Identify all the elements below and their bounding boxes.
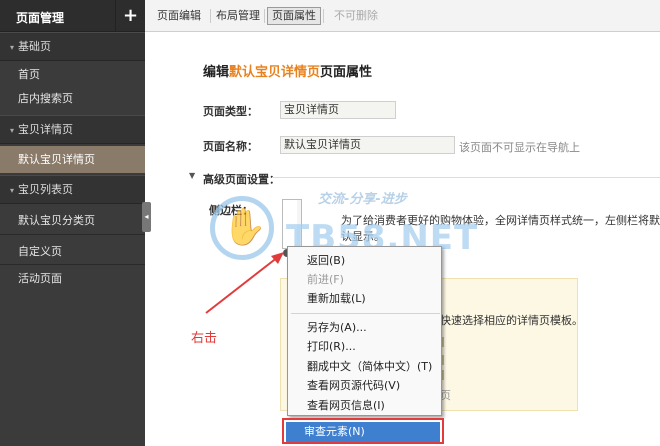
menu-item-forward: 前进(F): [307, 273, 344, 286]
right-click-annotation: 右击: [191, 331, 218, 346]
menu-item-save-as[interactable]: 另存为(A)...: [288, 318, 443, 337]
menu-item-print[interactable]: 打印(R)...: [288, 337, 443, 356]
menu-item-view-source[interactable]: 查看网页源代码(V): [288, 376, 443, 395]
menu-item-translate[interactable]: 翻成中文（简体中文）(T): [288, 357, 443, 376]
menu-item-page-info[interactable]: 查看网页信息(I): [288, 396, 443, 415]
menu-item-back[interactable]: 返回(B): [288, 251, 443, 270]
menu-separator: [291, 313, 440, 314]
menu-item-reload[interactable]: 重新加载(L): [288, 289, 443, 308]
menu-item-inspect-element[interactable]: 审查元素(N): [286, 422, 440, 442]
context-menu: 返回(B) 前进(F) 重新加载(L) 另存为(A)... 打印(R)... 翻…: [287, 246, 442, 416]
